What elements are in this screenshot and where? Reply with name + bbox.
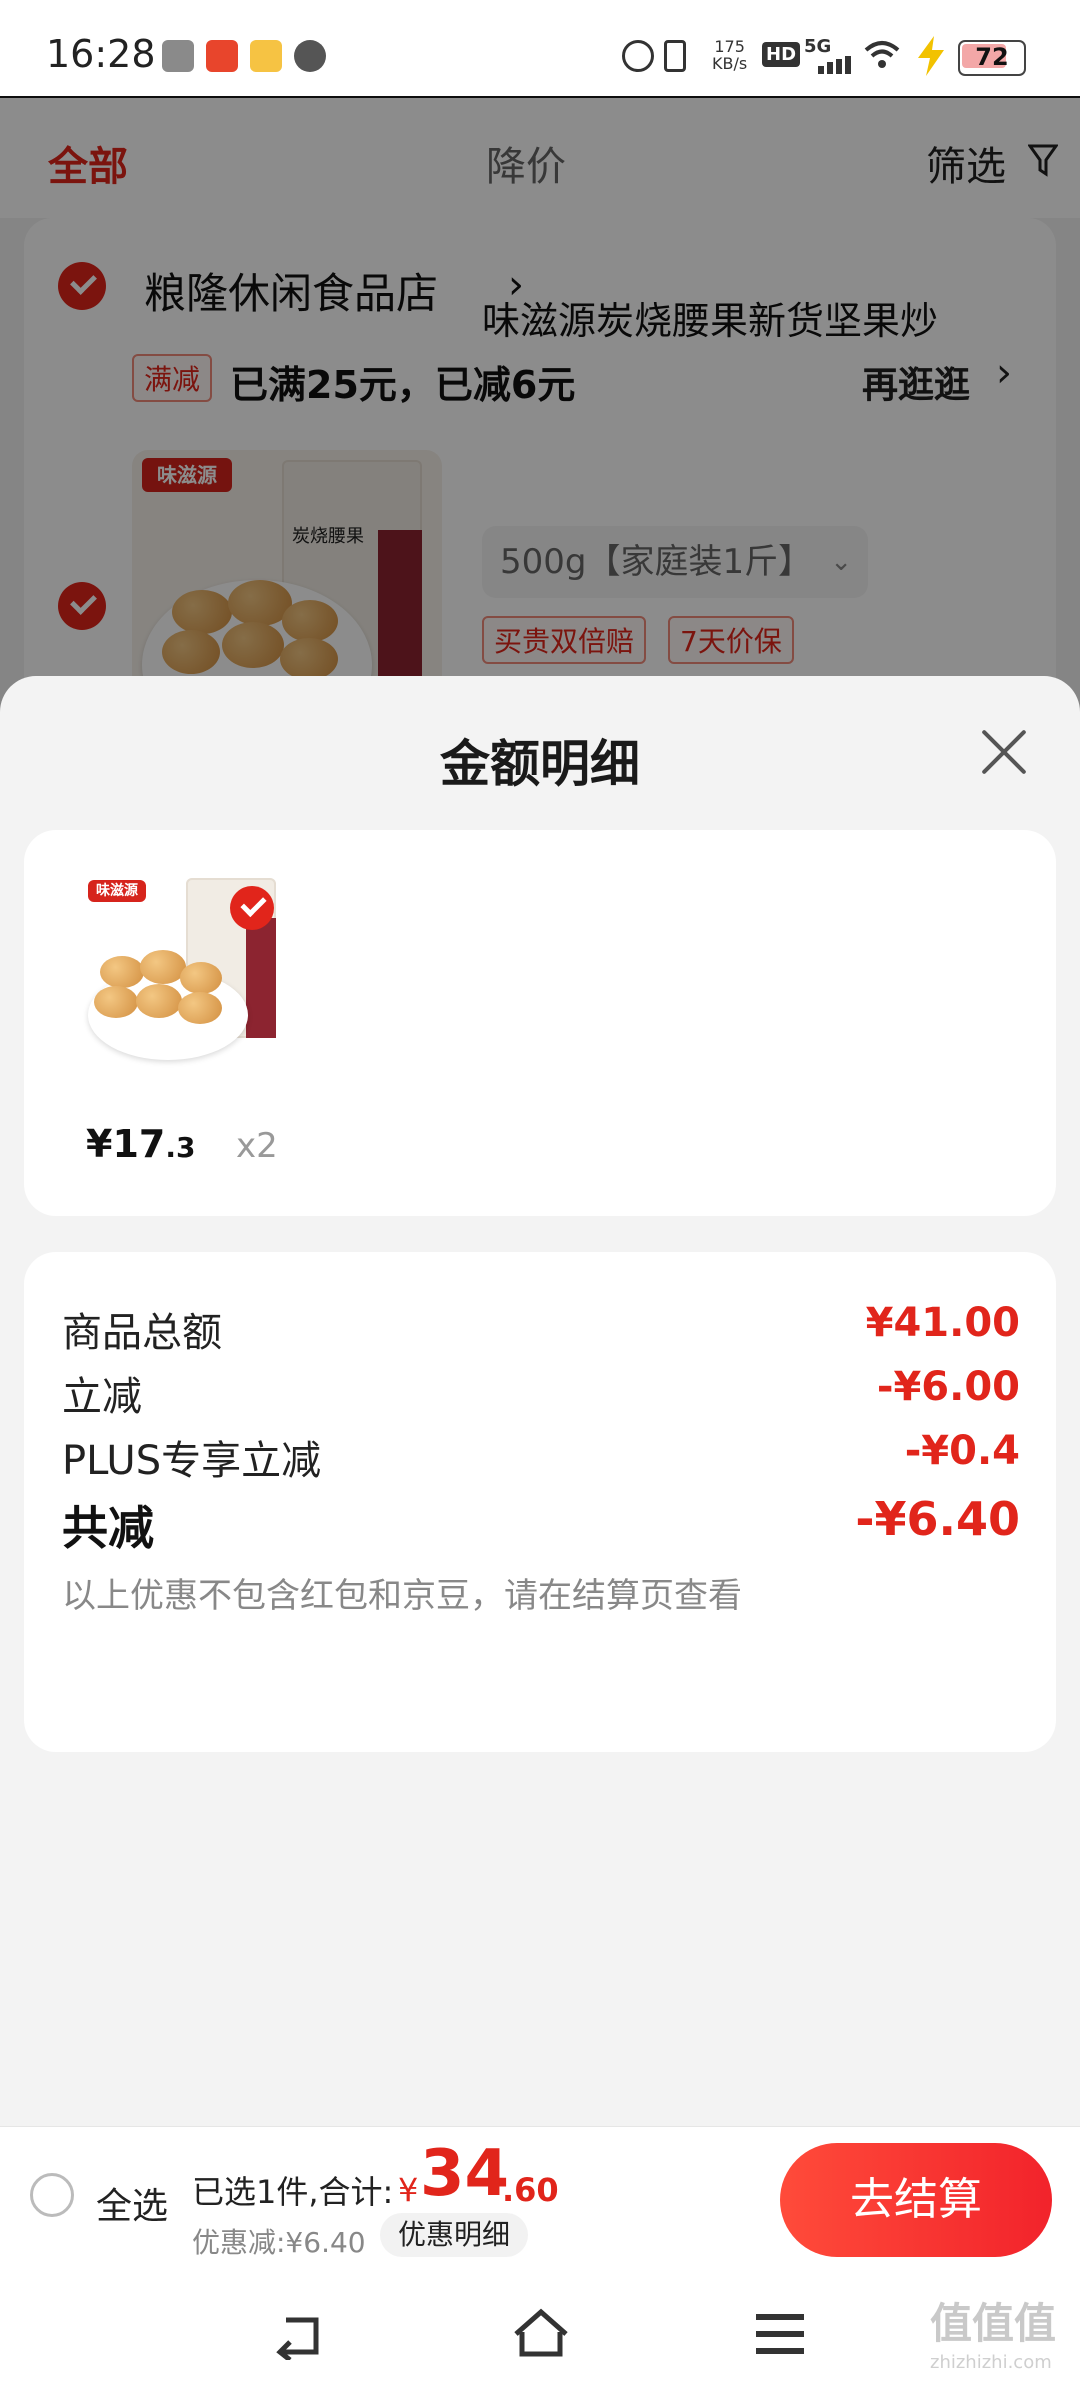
battery-level: 72 bbox=[975, 43, 1009, 71]
wifi-icon bbox=[864, 40, 900, 74]
status-time: 16:28 bbox=[46, 32, 156, 76]
menu-icon[interactable] bbox=[756, 2312, 804, 2360]
charging-icon bbox=[914, 36, 948, 80]
goods-total-label: 商品总额 bbox=[62, 1310, 222, 1356]
watermark-logo: 值值值 bbox=[930, 2299, 1057, 2348]
checkout-button[interactable]: 去结算 bbox=[780, 2143, 1052, 2257]
sheet-title: 金额明细 bbox=[440, 735, 640, 793]
app-notification-icon bbox=[206, 40, 238, 72]
home-icon[interactable] bbox=[512, 2308, 570, 2364]
app-notification-icon-3 bbox=[294, 40, 326, 72]
item-price: ¥17.3 bbox=[86, 1122, 195, 1166]
item-quantity: x2 bbox=[236, 1126, 278, 1166]
instant-discount-label: 立减 bbox=[62, 1374, 142, 1420]
brand-logo-small: 味滋源 bbox=[88, 880, 146, 902]
item-thumbnail[interactable]: 味滋源 bbox=[80, 870, 280, 1070]
checkout-bar: 全选 已选1件,合计: ¥ 34 .60 优惠减:¥6.40 优惠明细 去结算 bbox=[0, 2126, 1080, 2275]
app-notification-icon-2 bbox=[250, 40, 282, 72]
discount-detail-button[interactable]: 优惠明细 bbox=[380, 2213, 529, 2257]
network-type: 5G bbox=[804, 36, 832, 57]
plus-discount-value: -¥0.4 bbox=[904, 1428, 1020, 1474]
summary-card: 商品总额 ¥41.00 立减 -¥6.00 PLUS专享立减 -¥0.4 共减 … bbox=[24, 1252, 1056, 1752]
vibrate-icon bbox=[664, 40, 686, 72]
alarm-icon bbox=[622, 40, 654, 72]
select-all-radio[interactable] bbox=[30, 2173, 74, 2217]
battery-icon: 72 bbox=[958, 40, 1026, 76]
hd-badge: HD bbox=[762, 42, 801, 67]
gallery-icon bbox=[162, 40, 194, 72]
system-nav-bar: 值值值 zhizhizhi.com bbox=[0, 2274, 1080, 2400]
item-price-dec: .3 bbox=[165, 1131, 196, 1164]
network-speed: 175 KB/s bbox=[712, 38, 747, 72]
status-bar: 16:28 175 KB/s HD 5G 72 bbox=[0, 0, 1080, 98]
selected-check-icon bbox=[230, 886, 274, 930]
total-amount-int: 34 bbox=[420, 2137, 510, 2211]
close-icon[interactable] bbox=[978, 726, 1030, 778]
instant-discount-value: -¥6.00 bbox=[876, 1364, 1020, 1410]
total-amount-dec: .60 bbox=[502, 2171, 559, 2209]
discount-note: 以上优惠不包含红包和京豆，请在结算页查看 bbox=[62, 1576, 742, 1616]
plus-discount-label: PLUS专享立减 bbox=[62, 1438, 322, 1484]
discount-amount: 优惠减:¥6.40 bbox=[192, 2226, 366, 2259]
goods-total-value: ¥41.00 bbox=[865, 1300, 1020, 1346]
items-card: 味滋源 ¥17.3 x2 bbox=[24, 830, 1056, 1216]
total-currency: ¥ bbox=[398, 2171, 419, 2209]
selected-summary: 已选1件,合计: bbox=[192, 2173, 394, 2211]
total-discount-value: -¥6.40 bbox=[855, 1492, 1020, 1546]
select-all-label[interactable]: 全选 bbox=[96, 2177, 168, 2229]
net-speed-unit: KB/s bbox=[712, 54, 748, 73]
signal-icon bbox=[804, 56, 852, 74]
item-price-int: ¥17 bbox=[86, 1122, 166, 1166]
watermark-domain: zhizhizhi.com bbox=[930, 2352, 1052, 2373]
back-icon[interactable] bbox=[272, 2312, 326, 2364]
total-discount-label: 共减 bbox=[62, 1501, 154, 1555]
